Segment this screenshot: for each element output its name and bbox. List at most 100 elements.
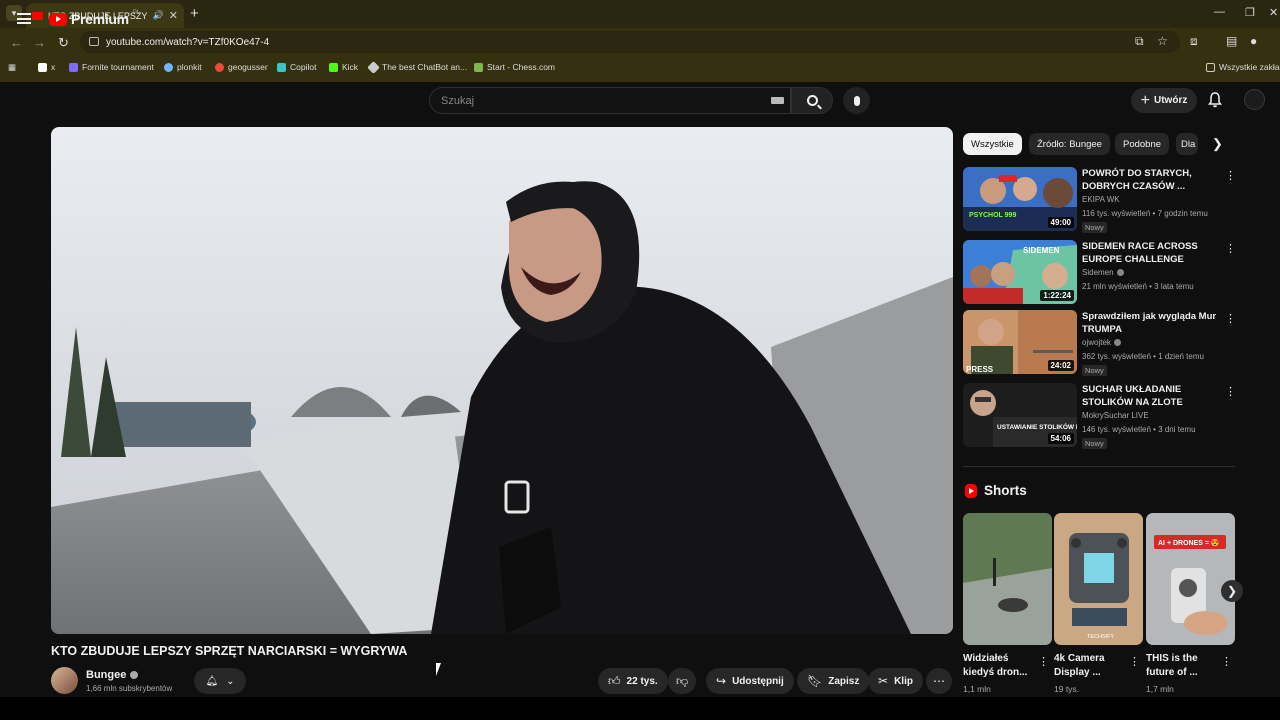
more-vertical-icon[interactable]: ⋮ [1038, 655, 1049, 668]
account-avatar[interactable] [1244, 89, 1265, 110]
maximize-button[interactable]: ❐ [1245, 6, 1255, 19]
more-vertical-icon[interactable]: ⋮ [1129, 655, 1140, 668]
minimize-button[interactable]: — [1214, 6, 1225, 18]
bookmark-star-icon[interactable]: ☆ [1157, 34, 1168, 48]
recommendation-title[interactable]: SIDEMEN RACE ACROSS EUROPE CHALLENGE [1082, 240, 1222, 266]
extensions-icon[interactable]: ⧈ [1190, 34, 1198, 49]
site-info-icon[interactable] [89, 37, 99, 46]
clip-button[interactable]: ✂ Klip [868, 668, 923, 694]
chip-all[interactable]: Wszystkie [963, 133, 1022, 155]
dislike-button[interactable]: 👎︎ [668, 668, 696, 694]
short-item[interactable]: Widziałeś kiedyś dron... 1,1 mln ⋮ [963, 513, 1052, 694]
voice-search-button[interactable] [843, 87, 870, 114]
save-button[interactable]: 🔖︎ Zapisz [797, 668, 870, 694]
chip-related[interactable]: Podobne [1115, 133, 1170, 155]
short-item[interactable]: TECHSIFY 4k Camera Display ... 19 tys. ⋮ [1054, 513, 1143, 694]
recommendation-channel[interactable]: MokrySuchar LIVE [1082, 411, 1149, 420]
search-icon [806, 95, 818, 106]
recommendation-title[interactable]: SUCHAR UKŁADANIE STOLIKÓW NA ZLOTE ANTOS… [1082, 383, 1222, 409]
video-thumbnail[interactable]: SIDEMEN 1:22:24 [963, 240, 1077, 304]
chip-for-you[interactable]: Dla [1176, 133, 1198, 155]
video-thumbnail[interactable]: USTAWIANIE STOLIKÓW NA ZLOTE AN 54:06 [963, 383, 1077, 447]
create-button[interactable]: + Utwórz [1131, 88, 1197, 113]
microphone-icon [853, 95, 860, 106]
shorts-next-button[interactable]: ❯ [1221, 580, 1243, 602]
youtube-favicon-icon [32, 11, 43, 20]
recommendation-channel[interactable]: ojwojtek [1082, 338, 1121, 347]
more-vertical-icon[interactable]: ⋮ [1225, 242, 1236, 255]
chevron-right-icon[interactable]: ❯ [1212, 136, 1223, 152]
recommendation-item[interactable]: PRESS 24:02 Sprawdziłem jak wygląda Mur … [963, 310, 1236, 376]
cast-icon[interactable]: ⧉ [1135, 34, 1144, 49]
bookmark-geogusser[interactable]: geogusser [215, 62, 268, 72]
bookmark-copilot[interactable]: Copilot [277, 62, 316, 72]
scissors-icon: ✂ [878, 674, 889, 688]
video-player[interactable] [51, 127, 953, 634]
channel-avatar[interactable] [51, 667, 78, 694]
short-title[interactable]: THIS is the future of ... [1146, 652, 1216, 680]
short-thumbnail[interactable]: TECHSIFY [1054, 513, 1143, 645]
close-window-button[interactable]: ✕ [1269, 6, 1278, 19]
more-vertical-icon[interactable]: ⋮ [1225, 385, 1236, 398]
video-thumbnail[interactable]: PSYCHOL 999 49:00 [963, 167, 1077, 231]
recommendation-item[interactable]: PSYCHOL 999 49:00 POWRÓT DO STARYCH, DOB… [963, 167, 1236, 233]
search-button[interactable] [791, 87, 833, 114]
speaker-icon[interactable]: 🔊 [153, 10, 164, 21]
reading-list-icon[interactable]: ▤ [1226, 34, 1237, 48]
more-vertical-icon[interactable]: ⋮ [1225, 312, 1236, 325]
recommendation-item[interactable]: SIDEMEN 1:22:24 SIDEMEN RACE ACROSS EURO… [963, 240, 1236, 306]
short-thumbnail[interactable]: AI + DRONES = 😍 [1146, 513, 1235, 645]
search-input[interactable]: Szukaj [429, 87, 791, 114]
menu-icon[interactable] [17, 13, 31, 24]
recommendation-title[interactable]: POWRÓT DO STARYCH, DOBRYCH CZASÓW ... [1082, 167, 1222, 193]
new-tab-button[interactable]: + [190, 5, 199, 22]
short-thumbnail[interactable] [963, 513, 1052, 645]
fortnite-icon [69, 62, 78, 72]
video-thumbnail[interactable]: PRESS 24:02 [963, 310, 1077, 374]
more-vertical-icon[interactable]: ⋮ [1221, 655, 1232, 668]
copilot-icon [277, 62, 286, 72]
bookmark-fornite[interactable]: Fornite tournament [69, 62, 154, 72]
channel-name-link[interactable]: Bungee [86, 669, 139, 681]
bookmark-x[interactable]: x [38, 62, 55, 72]
bookmark-chatbot[interactable]: The best ChatBot an... [367, 60, 467, 74]
recommendation-meta: 146 tys. wyświetleń • 3 dni temu [1082, 425, 1196, 434]
close-tab-icon[interactable]: ✕ [169, 9, 178, 22]
back-icon[interactable]: ← [10, 35, 23, 50]
subscription-notifications-button[interactable]: 🔔︎ ⌄ [194, 668, 246, 694]
more-actions-button[interactable]: ⋯ [926, 668, 952, 694]
thumbnail-text: PSYCHOL 999 [969, 212, 1016, 219]
notifications-bell-icon[interactable] [1208, 92, 1222, 108]
plus-icon: + [1140, 91, 1150, 109]
share-icon: ↪ [716, 674, 727, 688]
tab-strip: ▾ KTO ZBUDUJE LEPSZY SPRZ 🔊 ✕ + — ❐ ✕ [0, 0, 1280, 28]
reload-icon[interactable]: ↻ [58, 35, 69, 51]
bookmark-plonkit[interactable]: plonkit [164, 62, 202, 72]
recommendation-title[interactable]: Sprawdziłem jak wygląda Mur TRUMPA [1082, 310, 1222, 336]
forward-icon[interactable]: → [33, 35, 46, 50]
share-button[interactable]: ↪ Udostępnij [706, 668, 794, 694]
more-vertical-icon[interactable]: ⋮ [1225, 169, 1236, 182]
url-text: youtube.com/watch?v=TZf0KOe47-4 [106, 36, 270, 48]
chip-source[interactable]: Źródło: Bungee [1029, 133, 1110, 155]
apps-icon[interactable]: ▦ [8, 62, 16, 73]
short-thumbnail-image: AI + DRONES = 😍 [1146, 513, 1235, 645]
short-title[interactable]: 4k Camera Display ... [1054, 652, 1124, 680]
address-bar[interactable]: youtube.com/watch?v=TZf0KOe47-4 [80, 31, 1180, 53]
video-duration: 54:06 [1047, 433, 1074, 444]
recommendation-channel[interactable]: EKIPA WK [1082, 195, 1120, 204]
profile-icon[interactable]: ● [1250, 34, 1257, 48]
all-bookmarks-folder[interactable]: Wszystkie zakład [1206, 62, 1280, 72]
mouse-cursor [436, 663, 441, 676]
shorts-heading: Shorts [965, 483, 1027, 498]
bookmark-chess[interactable]: Start - Chess.com [474, 62, 555, 72]
video-duration: 49:00 [1047, 217, 1074, 228]
short-item[interactable]: AI + DRONES = 😍 THIS is the future of ..… [1146, 513, 1235, 694]
bookmark-kick[interactable]: Kick [329, 62, 358, 72]
youtube-premium-logo[interactable]: Premium PL [49, 10, 140, 27]
keyboard-icon[interactable] [771, 97, 784, 104]
short-title[interactable]: Widziałeś kiedyś dron... [963, 652, 1033, 680]
like-button[interactable]: 👍︎ 22 tys. [598, 668, 668, 694]
recommendation-channel[interactable]: Sidemen [1082, 268, 1124, 277]
recommendation-item[interactable]: USTAWIANIE STOLIKÓW NA ZLOTE AN 54:06 SU… [963, 383, 1236, 449]
